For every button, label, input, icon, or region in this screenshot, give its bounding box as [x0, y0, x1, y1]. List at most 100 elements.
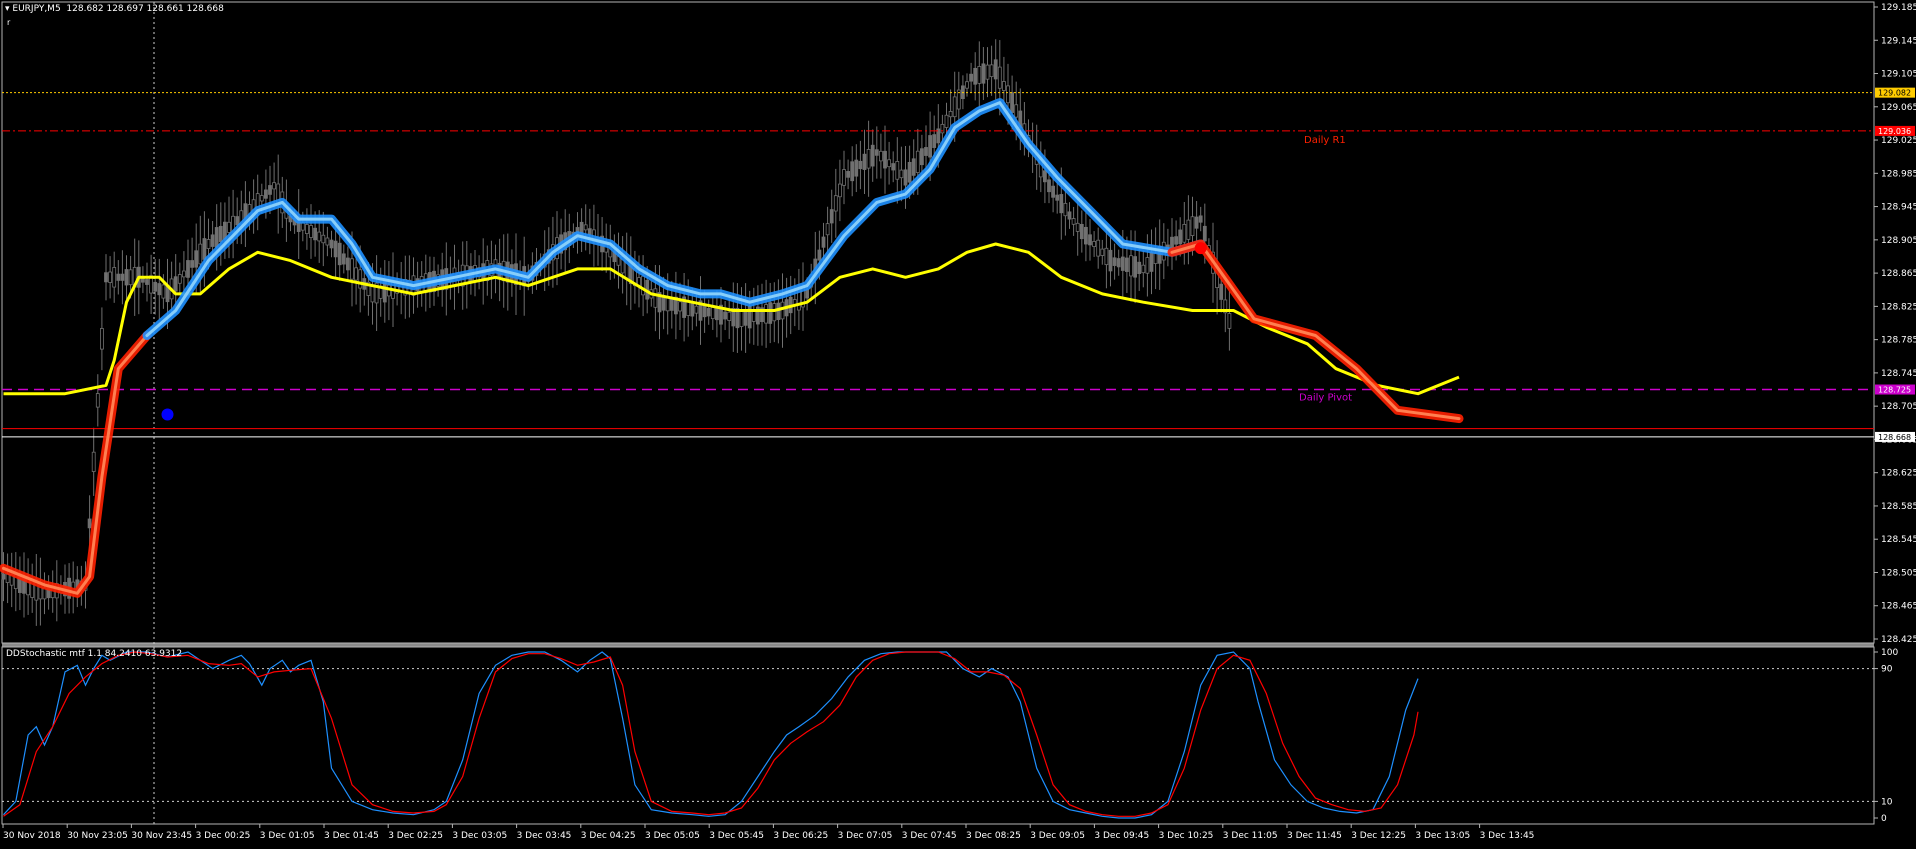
candle-body [907, 161, 912, 183]
candle-body [173, 276, 178, 292]
candle-body [5, 573, 10, 583]
price-tick-label: 129.105 [1881, 70, 1916, 80]
candle-body [1067, 211, 1072, 220]
candle-body [1055, 194, 1060, 201]
candle-body [641, 275, 645, 296]
candle-body [874, 149, 879, 156]
candle-body [928, 135, 932, 158]
candle-body [911, 158, 916, 176]
candle-body [1006, 85, 1010, 104]
candle-body [181, 270, 186, 278]
candle-body [263, 189, 268, 199]
candle-body [1047, 179, 1051, 193]
candle-body [1100, 248, 1105, 256]
candle-body [153, 281, 158, 292]
candle-body [829, 209, 834, 224]
candle-body [1043, 170, 1047, 183]
candle-body [313, 227, 318, 241]
candle-body [776, 302, 781, 321]
candle-body [354, 267, 359, 281]
candle-body [1153, 252, 1158, 265]
fast-ma-downtrend-glow [0, 331, 152, 598]
candle-body [1104, 247, 1109, 266]
price-tick-label: 128.505 [1881, 568, 1916, 578]
price-tick-label: 128.705 [1881, 402, 1916, 412]
candle-body [1010, 92, 1014, 113]
candle-body [333, 240, 338, 258]
candle-body [235, 216, 240, 226]
candle-body [653, 288, 658, 308]
price-tick-label: 128.825 [1881, 302, 1916, 312]
candle-body [300, 222, 305, 231]
time-tick-label: 30 Nov 23:05 [67, 831, 128, 841]
candle-body [1088, 234, 1092, 246]
indicator-marker-text: r [7, 18, 11, 27]
candle-body [345, 257, 350, 271]
candle-body [1141, 264, 1146, 274]
candle-body [91, 451, 96, 472]
candle-body [1129, 255, 1133, 277]
candle-body [899, 169, 904, 179]
chart-menu-icon[interactable]: ▾ [5, 4, 10, 14]
time-tick-label: 3 Dec 07:45 [902, 831, 957, 841]
candle-body [817, 249, 822, 261]
candle-body [259, 195, 264, 202]
oscillator-tick-label: 90 [1881, 665, 1893, 675]
candle-body [157, 283, 162, 296]
candle-body [1092, 241, 1096, 247]
candle-body [116, 273, 121, 281]
candle-body [850, 161, 855, 182]
price-tag-label: 128.668 [1878, 433, 1911, 442]
candle-body [665, 296, 670, 312]
candle-body [739, 310, 744, 327]
candle-body [128, 269, 133, 286]
stochastic-main-line [3, 651, 1419, 819]
candle-body [1051, 185, 1055, 198]
candle-body [1059, 194, 1064, 214]
candle-body [1194, 216, 1199, 229]
candle-body [1108, 249, 1113, 272]
candle-body [1149, 251, 1154, 272]
candle-body [883, 150, 887, 169]
candle-body [915, 150, 920, 173]
candle-body [1137, 261, 1142, 275]
candle-body [1219, 283, 1224, 300]
candle-body [350, 258, 354, 280]
candle-body [358, 269, 363, 289]
time-tick-label: 3 Dec 01:45 [324, 831, 379, 841]
candle-body [186, 260, 190, 278]
candle-body [727, 311, 732, 321]
time-tick-label: 3 Dec 10:25 [1159, 831, 1214, 841]
chart-svg[interactable]: 129.185 129.145 129.105 129.065 129.025 128.9… [0, 0, 1916, 845]
time-tick-label: 3 Dec 11:05 [1223, 831, 1278, 841]
candle-body [694, 305, 699, 314]
candle-body [846, 171, 850, 178]
candle-body [198, 243, 203, 265]
candle-body [858, 160, 863, 170]
candle-body [940, 123, 945, 134]
candle-body [862, 153, 867, 170]
time-tick-label: 3 Dec 13:05 [1415, 831, 1470, 841]
price-tick-label: 129.185 [1881, 3, 1916, 13]
candle-body [1178, 229, 1183, 245]
candle-body [1096, 239, 1101, 257]
candle-body [202, 238, 207, 260]
candle-body [751, 310, 756, 322]
candle-body [1145, 257, 1150, 274]
trend-marker-trend-up [161, 408, 174, 421]
candle-body [965, 81, 969, 89]
candle-body [108, 271, 112, 283]
candle-body [1071, 218, 1076, 225]
price-tick-label: 128.985 [1881, 169, 1916, 179]
time-tick-label: 30 Nov 2018 [3, 831, 61, 841]
candle-body [821, 236, 826, 248]
candle-body [206, 239, 211, 249]
time-tick-label: 3 Dec 03:05 [452, 831, 507, 841]
candle-body [1190, 216, 1195, 237]
candle-body [866, 149, 871, 169]
candle-body [190, 260, 195, 268]
price-tick-label: 128.425 [1881, 635, 1916, 645]
candle-body [304, 224, 309, 234]
candle-body [214, 227, 219, 248]
candle-body [805, 289, 809, 299]
